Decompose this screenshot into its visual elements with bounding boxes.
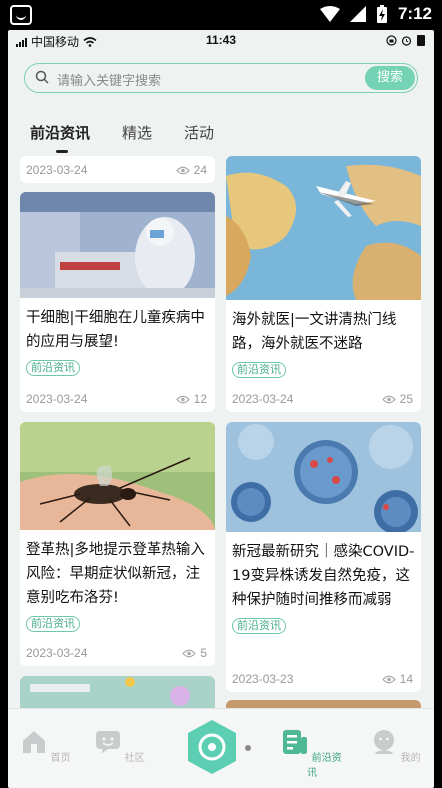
ios-clock: 11:43: [205, 33, 237, 47]
search-bar[interactable]: 请输入关键字搜索 搜索: [24, 63, 418, 93]
alarm-icon: [401, 35, 412, 46]
card-tag[interactable]: 前沿资讯: [26, 360, 80, 376]
card-tag[interactable]: 前沿资讯: [232, 362, 286, 378]
card-image-airplane-map: [226, 156, 421, 300]
android-clock: 7:12: [397, 4, 432, 23]
card-meta: 2023-03-24 12: [26, 392, 207, 406]
card-views: 24: [193, 163, 207, 177]
news-card[interactable]: 海外就医|一文讲清热门线路，海外就医不迷路 前沿资讯 2023-03-24 25: [226, 156, 421, 412]
search-icon: [35, 70, 49, 84]
nav-community[interactable]: 社区: [90, 729, 150, 764]
card-date: 2023-03-23: [232, 672, 294, 686]
wifi-icon: [319, 6, 340, 22]
center-indicator-dot: [245, 745, 251, 751]
card-meta: 2023-03-24 5: [26, 646, 207, 660]
tab-events[interactable]: 活动: [184, 122, 214, 143]
battery-charging-icon: [376, 5, 387, 23]
tab-frontier-news[interactable]: 前沿资讯: [30, 122, 90, 153]
eye-icon: [182, 649, 197, 657]
card-date: 2023-03-24: [26, 646, 88, 660]
card-image-virus: [226, 422, 421, 532]
news-card-partial[interactable]: 2023-03-24 24: [20, 156, 215, 183]
news-card[interactable]: 新冠最新研究｜感染COVID-19变异株诱发自然免疫，这种保护随时间推移而减弱 …: [226, 422, 421, 692]
app-notification-icon: [10, 5, 32, 25]
card-date: 2023-03-24: [26, 392, 88, 406]
community-icon: [96, 731, 121, 754]
eye-icon: [175, 395, 190, 403]
center-action-button[interactable]: [186, 719, 238, 775]
card-date: 2023-03-24: [232, 392, 294, 406]
eye-icon: [381, 675, 396, 683]
nav-frontier-news[interactable]: 前沿资讯: [282, 729, 342, 779]
card-views: 14: [399, 672, 413, 686]
cellular-icon: [349, 6, 366, 22]
card-date: 2023-03-24: [26, 163, 88, 177]
card-views: 5: [200, 646, 207, 660]
news-icon: [283, 730, 308, 754]
card-title: 海外就医|一文讲清热门线路，海外就医不迷路: [232, 312, 397, 352]
search-button[interactable]: 搜索: [365, 66, 415, 90]
nav-home-label: 首页: [50, 753, 71, 764]
app-screen: 中国移动 11:43 请输入关键字搜索 搜索 前沿资讯 精选 活动 2023-0…: [8, 30, 434, 788]
nav-community-label: 社区: [124, 753, 145, 764]
search-input[interactable]: 请输入关键字搜索: [57, 70, 161, 89]
card-image-lab: [20, 192, 215, 298]
nav-profile-label: 我的: [400, 753, 421, 764]
card-meta: 2023-03-23 14: [232, 672, 413, 686]
category-tabs: 前沿资讯 精选 活动: [30, 122, 246, 153]
card-title: 登革热|多地提示登革热输入风险：早期症状似新冠，注意别吃布洛芬!: [26, 542, 205, 606]
card-meta: 2023-03-24 25: [232, 392, 413, 406]
nav-home[interactable]: 首页: [16, 729, 76, 764]
card-tag[interactable]: 前沿资讯: [232, 618, 286, 634]
eye-icon: [381, 395, 396, 403]
card-title: 干细胞|干细胞在儿童疾病中的应用与展望!: [26, 310, 205, 350]
card-views: 12: [193, 392, 207, 406]
tab-featured[interactable]: 精选: [122, 122, 152, 143]
lock-rotation-icon: [386, 34, 397, 46]
card-image-mosquito: [20, 422, 215, 530]
bottom-nav: 首页 社区 前沿资讯 我的: [8, 708, 434, 788]
card-tag[interactable]: 前沿资讯: [26, 616, 80, 632]
home-icon: [23, 731, 46, 753]
nav-profile[interactable]: 我的: [366, 729, 426, 764]
eye-icon: [175, 166, 190, 174]
battery-icon: [417, 35, 425, 46]
card-meta: 2023-03-24 24: [26, 163, 207, 177]
news-card[interactable]: 干细胞|干细胞在儿童疾病中的应用与展望! 前沿资讯 2023-03-24 12: [20, 192, 215, 412]
ios-status-bar: 中国移动 11:43: [8, 30, 434, 50]
news-card[interactable]: 登革热|多地提示登革热输入风险：早期症状似新冠，注意别吃布洛芬! 前沿资讯 20…: [20, 422, 215, 666]
nav-frontier-news-label: 前沿资讯: [307, 753, 342, 779]
profile-icon: [374, 730, 395, 754]
card-views: 25: [399, 392, 413, 406]
android-status-bar: 7:12: [0, 0, 442, 30]
card-title: 新冠最新研究｜感染COVID-19变异株诱发自然免疫，这种保护随时间推移而减弱: [232, 544, 415, 608]
